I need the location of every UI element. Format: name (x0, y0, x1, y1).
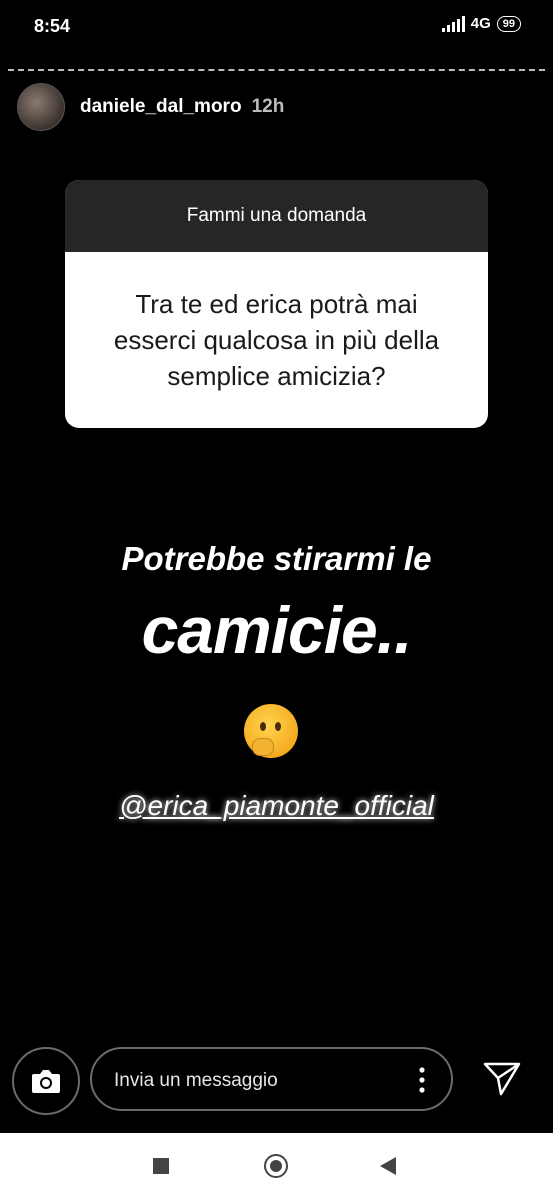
thinking-face-icon (244, 704, 298, 758)
avatar[interactable] (17, 83, 65, 131)
network-type: 4G (470, 15, 491, 32)
story-progress-bar (8, 69, 545, 71)
question-sticker-header: Fammi una domanda (65, 180, 488, 252)
story-text-line-1: Potrebbe stirarmi le (121, 540, 432, 577)
recents-icon[interactable] (153, 1158, 169, 1174)
back-icon[interactable] (380, 1157, 396, 1175)
question-line: semplice amicizia? (167, 361, 386, 391)
question-text: Tra te ed erica potrà mai esserci qualco… (65, 252, 488, 394)
status-bar: 8:54 4G 99 (0, 0, 553, 54)
camera-button[interactable] (12, 1047, 80, 1115)
clock: 8:54 (34, 16, 71, 36)
mention-link[interactable]: @erica_piamonte_official (0, 790, 553, 822)
story-time: 12h (251, 96, 285, 117)
battery-icon: 99 (496, 15, 521, 32)
signal-icon (441, 15, 465, 32)
more-vertical-icon[interactable] (419, 1067, 425, 1093)
message-input[interactable]: Invia un messaggio (90, 1047, 453, 1111)
message-placeholder: Invia un messaggio (114, 1070, 278, 1091)
status-icons: 4G 99 (441, 15, 521, 32)
question-sticker: Fammi una domanda Tra te ed erica potrà … (65, 180, 488, 428)
question-line: Tra te ed erica potrà mai (135, 289, 418, 319)
home-icon[interactable] (264, 1154, 288, 1178)
camera-icon (32, 1070, 60, 1093)
story-header[interactable]: daniele_dal_moro 12h (17, 83, 284, 131)
send-icon[interactable] (483, 1062, 521, 1096)
question-line: esserci qualcosa in più della (113, 325, 440, 355)
system-nav-bar (0, 1133, 553, 1200)
story-text-line-2: camicie.. (141, 593, 413, 667)
username[interactable]: daniele_dal_moro (80, 96, 242, 118)
